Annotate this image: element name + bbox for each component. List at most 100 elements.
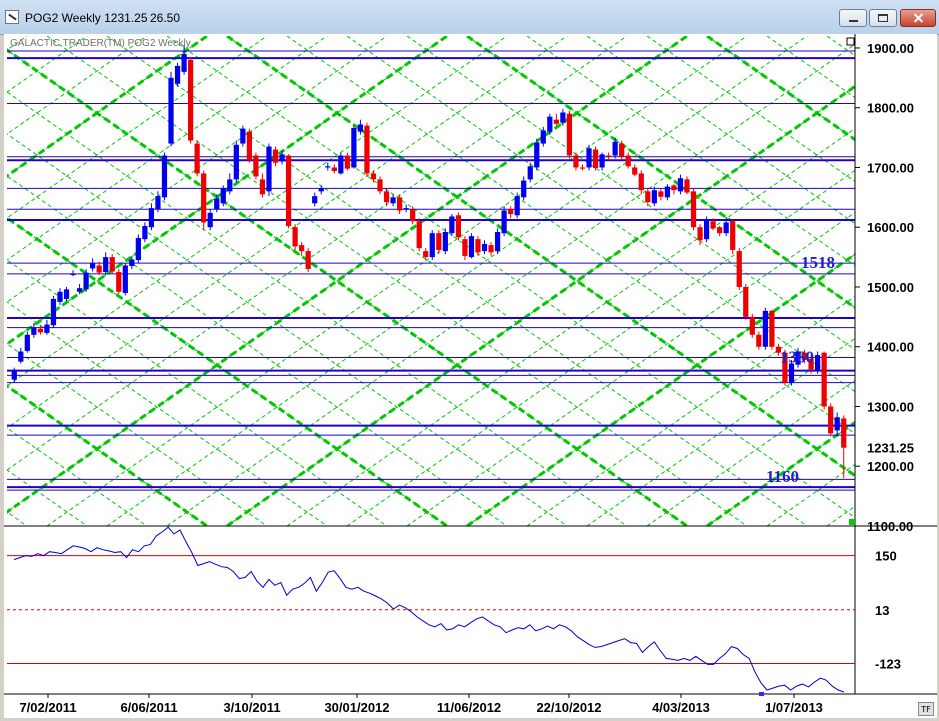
- candle-body: [697, 227, 703, 241]
- candle-body: [638, 173, 644, 191]
- gann-grid-down: [826, 36, 855, 57]
- gann-grid-up: [7, 36, 268, 219]
- chart-svg[interactable]: 1518 1360 1160 GALACTIC TRADER(TM) POG2 Wee…: [4, 34, 937, 718]
- gann-major-up: [7, 36, 210, 178]
- candle-body: [605, 155, 612, 157]
- candle-body: [416, 221, 422, 249]
- candle-body: [586, 148, 592, 168]
- gann-major-up: [7, 36, 690, 514]
- candle-body: [769, 310, 775, 347]
- gann-major-down: [706, 36, 855, 142]
- candle-body: [285, 155, 292, 227]
- candle-body: [370, 173, 377, 180]
- gann-grid-down: [7, 91, 628, 526]
- gann-grid-up: [46, 36, 748, 526]
- candle-body: [494, 232, 501, 252]
- candle-body: [135, 237, 141, 261]
- candle-body: [534, 142, 540, 168]
- gann-grid-down: [887, 36, 937, 596]
- candle-body: [501, 210, 507, 234]
- candle-body: [403, 208, 409, 210]
- gann-major-down: [4, 36, 67, 596]
- candle-body: [834, 417, 840, 431]
- gann-grid-down: [466, 36, 855, 309]
- tf-button[interactable]: TF: [918, 702, 934, 716]
- gann-grid-down: [4, 36, 67, 596]
- candle-body: [377, 179, 383, 192]
- candle-body: [762, 310, 768, 347]
- candle-body: [351, 128, 357, 168]
- candle-body: [488, 245, 494, 253]
- candle-body: [573, 155, 579, 168]
- gann-major-down: [7, 48, 690, 526]
- oscillator-tick-label: 13: [875, 603, 889, 618]
- candle-body: [246, 131, 253, 161]
- panel-corner-marker: [849, 519, 855, 525]
- candle-body: [736, 251, 742, 287]
- window-title-bar: POG2 Weekly 1231.25 26.50: [0, 0, 939, 35]
- candle-body: [383, 191, 390, 203]
- candle-body: [37, 328, 44, 333]
- gann-major-down: [466, 36, 855, 310]
- gann-grid-down: [706, 36, 855, 141]
- candle-body: [344, 155, 350, 169]
- date-tick-label: 4/03/2013: [652, 700, 710, 715]
- gann-grid-up: [7, 36, 388, 303]
- candle-body: [266, 146, 272, 192]
- candle-body: [187, 59, 194, 141]
- chart-icon[interactable]: [5, 10, 19, 24]
- gann-grid-up: [286, 127, 855, 526]
- candle-body: [632, 167, 638, 175]
- gann-grid-down: [226, 36, 855, 477]
- candle-body: [429, 233, 435, 258]
- candle-body: [168, 77, 174, 144]
- chart-frame: 1518 1360 1160 GALACTIC TRADER(TM) POG2 Wee…: [4, 34, 937, 718]
- candle-body: [579, 167, 586, 169]
- candle-body: [31, 327, 37, 335]
- candle-body: [677, 178, 684, 192]
- oscillator-tick-label: -123: [875, 657, 901, 672]
- candle-body: [599, 154, 605, 168]
- gann-grid-up: [7, 36, 328, 261]
- restore-icon[interactable]: [869, 9, 897, 27]
- candle-body: [684, 179, 690, 193]
- candle-body: [103, 257, 109, 273]
- gann-grid-down: [4, 36, 7, 596]
- candle-body: [338, 155, 344, 174]
- candle-body: [475, 239, 481, 253]
- candle-body: [161, 155, 168, 198]
- gann-grid-up: [346, 169, 855, 526]
- candle-body: [710, 221, 716, 229]
- candle-body: [462, 239, 468, 256]
- candle-body: [396, 197, 403, 211]
- candle-body: [514, 196, 520, 216]
- gann-grid-up: [166, 43, 855, 526]
- gann-grid-up: [106, 36, 808, 526]
- candle-body: [455, 215, 462, 238]
- candle-body: [299, 245, 305, 252]
- candle-body: [279, 154, 285, 162]
- candle-body: [83, 272, 89, 290]
- candle-body: [357, 124, 364, 132]
- candle-body: [253, 155, 259, 177]
- candle-body: [619, 143, 625, 157]
- candle-body: [194, 143, 200, 174]
- gann-grid-up: [7, 36, 688, 513]
- price-tick-label: 1200.00: [867, 459, 914, 474]
- close-icon[interactable]: [900, 9, 936, 27]
- date-tick-label: 3/10/2011: [223, 700, 280, 715]
- candle-body: [214, 198, 220, 210]
- candle-body: [612, 141, 618, 156]
- candle-body: [50, 298, 57, 326]
- candle-body: [651, 190, 657, 204]
- minimize-icon[interactable]: [839, 9, 867, 27]
- candle-body: [756, 334, 762, 347]
- candle-body: [690, 191, 697, 228]
- candle-body: [508, 209, 514, 215]
- gann-grid-up: [4, 34, 67, 526]
- candle-body: [723, 222, 729, 234]
- candle-body: [566, 113, 573, 156]
- candle-body: [174, 65, 181, 84]
- candle-body: [841, 418, 847, 448]
- candle-body: [625, 155, 631, 167]
